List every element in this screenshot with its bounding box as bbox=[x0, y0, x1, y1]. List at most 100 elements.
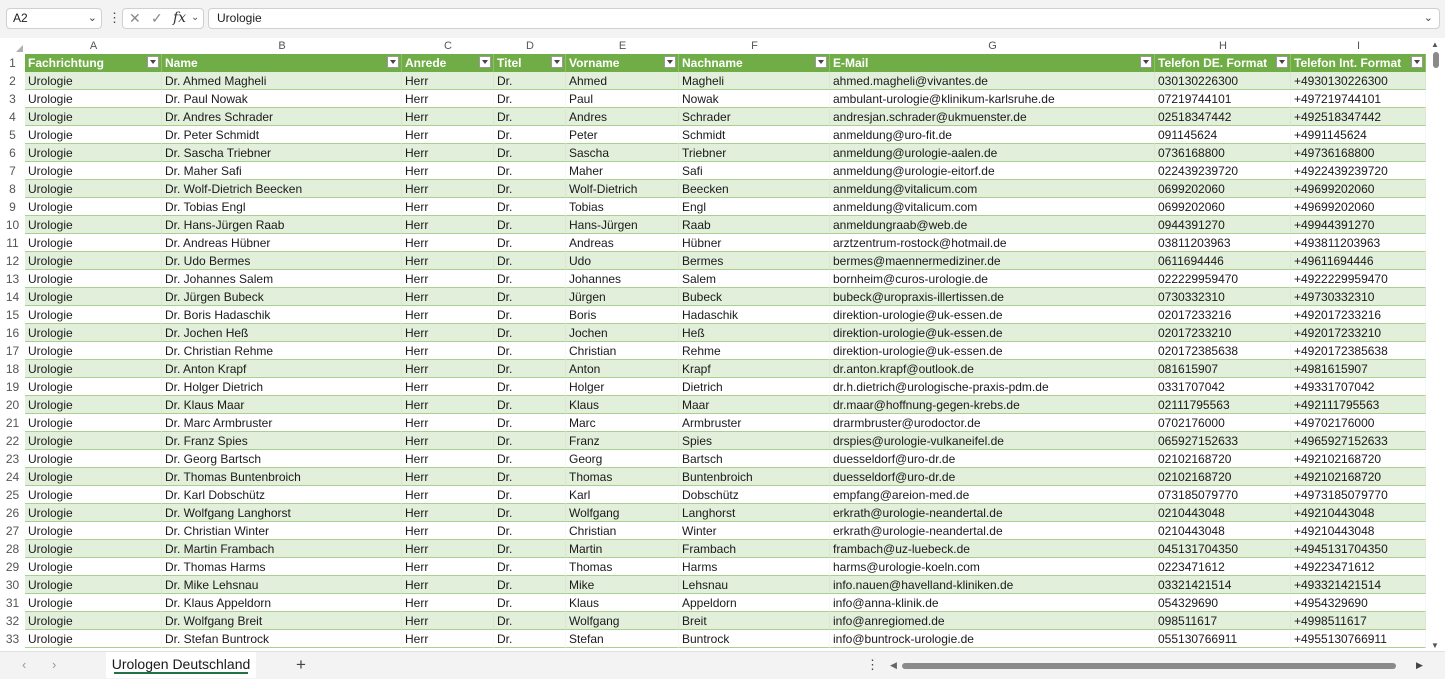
cell-nachname[interactable]: Maar bbox=[679, 396, 830, 414]
cell-nachname[interactable]: Winter bbox=[679, 522, 830, 540]
cell-titel[interactable]: Dr. bbox=[494, 612, 566, 630]
cell-telefon-int[interactable]: +492111795563 bbox=[1291, 396, 1426, 414]
cell-name[interactable]: Dr. Georg Bartsch bbox=[162, 450, 402, 468]
cell-telefon-de[interactable]: 020172385638 bbox=[1155, 342, 1291, 360]
cell-name[interactable]: Dr. Franz Spies bbox=[162, 432, 402, 450]
cell-vorname[interactable]: Andreas bbox=[566, 234, 679, 252]
cell-nachname[interactable]: Spies bbox=[679, 432, 830, 450]
name-box[interactable]: A2 ⌄ bbox=[6, 8, 102, 29]
cell-telefon-de[interactable]: 030130226300 bbox=[1155, 72, 1291, 90]
cell-anrede[interactable]: Herr bbox=[402, 72, 494, 90]
cell-name[interactable]: Dr. Christian Rehme bbox=[162, 342, 402, 360]
row-number[interactable]: 29 bbox=[0, 558, 25, 576]
cell-vorname[interactable]: Franz bbox=[566, 432, 679, 450]
cell-fachrichtung[interactable]: Urologie bbox=[25, 108, 162, 126]
cell-vorname[interactable]: Karl bbox=[566, 486, 679, 504]
cell-anrede[interactable]: Herr bbox=[402, 126, 494, 144]
cell-telefon-int[interactable]: +4981615907 bbox=[1291, 360, 1426, 378]
cell-telefon-int[interactable]: +49611694446 bbox=[1291, 252, 1426, 270]
cell-telefon-int[interactable]: +49699202060 bbox=[1291, 198, 1426, 216]
sheet-options-icon[interactable]: ⋮ bbox=[866, 657, 879, 673]
cell-telefon-de[interactable]: 02518347442 bbox=[1155, 108, 1291, 126]
cell-titel[interactable]: Dr. bbox=[494, 126, 566, 144]
row-number[interactable]: 7 bbox=[0, 162, 25, 180]
row-number[interactable]: 9 bbox=[0, 198, 25, 216]
select-all-corner[interactable] bbox=[0, 38, 25, 54]
cell-email[interactable]: bermes@maennermediziner.de bbox=[830, 252, 1155, 270]
row-number[interactable]: 4 bbox=[0, 108, 25, 126]
cell-titel[interactable]: Dr. bbox=[494, 594, 566, 612]
cell-nachname[interactable]: Beecken bbox=[679, 180, 830, 198]
cell-anrede[interactable]: Herr bbox=[402, 612, 494, 630]
cell-telefon-de[interactable]: 073185079770 bbox=[1155, 486, 1291, 504]
cell-vorname[interactable]: Andres bbox=[566, 108, 679, 126]
add-sheet-button[interactable]: + bbox=[296, 655, 306, 675]
cell-titel[interactable]: Dr. bbox=[494, 144, 566, 162]
cell-telefon-de[interactable]: 0331707042 bbox=[1155, 378, 1291, 396]
cell-titel[interactable]: Dr. bbox=[494, 288, 566, 306]
cell-email[interactable]: direktion-urologie@uk-essen.de bbox=[830, 306, 1155, 324]
cell-fachrichtung[interactable]: Urologie bbox=[25, 540, 162, 558]
cell-fachrichtung[interactable]: Urologie bbox=[25, 252, 162, 270]
cell-fachrichtung[interactable]: Urologie bbox=[25, 432, 162, 450]
cell-fachrichtung[interactable]: Urologie bbox=[25, 324, 162, 342]
cell-name[interactable]: Dr. Jürgen Bubeck bbox=[162, 288, 402, 306]
row-number[interactable]: 30 bbox=[0, 576, 25, 594]
cell-vorname[interactable]: Wolfgang bbox=[566, 504, 679, 522]
cell-email[interactable]: info@buntrock-urologie.de bbox=[830, 630, 1155, 648]
cell-vorname[interactable]: Hans-Jürgen bbox=[566, 216, 679, 234]
cell-name[interactable]: Dr. Boris Hadaschik bbox=[162, 306, 402, 324]
row-number[interactable]: 1 bbox=[0, 54, 25, 72]
cell-vorname[interactable]: Peter bbox=[566, 126, 679, 144]
cell-telefon-de[interactable]: 0611694446 bbox=[1155, 252, 1291, 270]
cell-fachrichtung[interactable]: Urologie bbox=[25, 360, 162, 378]
cell-fachrichtung[interactable]: Urologie bbox=[25, 414, 162, 432]
cell-anrede[interactable]: Herr bbox=[402, 90, 494, 108]
cell-titel[interactable]: Dr. bbox=[494, 90, 566, 108]
cell-email[interactable]: erkrath@urologie-neandertal.de bbox=[830, 522, 1155, 540]
row-number[interactable]: 25 bbox=[0, 486, 25, 504]
cell-telefon-de[interactable]: 0730332310 bbox=[1155, 288, 1291, 306]
formula-input[interactable]: Urologie ⌄ bbox=[208, 8, 1440, 29]
cell-anrede[interactable]: Herr bbox=[402, 504, 494, 522]
cell-fachrichtung[interactable]: Urologie bbox=[25, 576, 162, 594]
cell-titel[interactable]: Dr. bbox=[494, 504, 566, 522]
cell-anrede[interactable]: Herr bbox=[402, 558, 494, 576]
cell-titel[interactable]: Dr. bbox=[494, 540, 566, 558]
cell-anrede[interactable]: Herr bbox=[402, 378, 494, 396]
filter-dropdown-icon[interactable] bbox=[1276, 56, 1288, 68]
row-number[interactable]: 11 bbox=[0, 234, 25, 252]
cell-telefon-int[interactable]: +4922229959470 bbox=[1291, 270, 1426, 288]
cell-nachname[interactable]: Buntenbroich bbox=[679, 468, 830, 486]
cell-nachname[interactable]: Bartsch bbox=[679, 450, 830, 468]
row-number[interactable]: 15 bbox=[0, 306, 25, 324]
row-number[interactable]: 20 bbox=[0, 396, 25, 414]
cell-telefon-de[interactable]: 02111795563 bbox=[1155, 396, 1291, 414]
cell-vorname[interactable]: Ahmed bbox=[566, 72, 679, 90]
cell-anrede[interactable]: Herr bbox=[402, 468, 494, 486]
cell-fachrichtung[interactable]: Urologie bbox=[25, 162, 162, 180]
cell-anrede[interactable]: Herr bbox=[402, 180, 494, 198]
cell-telefon-int[interactable]: +493321421514 bbox=[1291, 576, 1426, 594]
row-number[interactable]: 21 bbox=[0, 414, 25, 432]
cell-telefon-de[interactable]: 02102168720 bbox=[1155, 450, 1291, 468]
column-header-d[interactable]: D bbox=[494, 38, 566, 54]
filter-dropdown-icon[interactable] bbox=[147, 56, 159, 68]
cancel-icon[interactable]: ✕ bbox=[129, 10, 141, 27]
cell-titel[interactable]: Dr. bbox=[494, 180, 566, 198]
cell-anrede[interactable]: Herr bbox=[402, 234, 494, 252]
cell-fachrichtung[interactable]: Urologie bbox=[25, 216, 162, 234]
cell-vorname[interactable]: Wolf-Dietrich bbox=[566, 180, 679, 198]
cell-anrede[interactable]: Herr bbox=[402, 576, 494, 594]
cell-email[interactable]: anmeldung@urologie-eitorf.de bbox=[830, 162, 1155, 180]
cell-vorname[interactable]: Maher bbox=[566, 162, 679, 180]
cell-nachname[interactable]: Engl bbox=[679, 198, 830, 216]
cell-anrede[interactable]: Herr bbox=[402, 306, 494, 324]
cell-telefon-de[interactable]: 0210443048 bbox=[1155, 522, 1291, 540]
cell-nachname[interactable]: Armbruster bbox=[679, 414, 830, 432]
cell-email[interactable]: info@anna-klinik.de bbox=[830, 594, 1155, 612]
cell-email[interactable]: direktion-urologie@uk-essen.de bbox=[830, 324, 1155, 342]
cell-fachrichtung[interactable]: Urologie bbox=[25, 306, 162, 324]
cell-telefon-de[interactable]: 054329690 bbox=[1155, 594, 1291, 612]
cell-fachrichtung[interactable]: Urologie bbox=[25, 198, 162, 216]
